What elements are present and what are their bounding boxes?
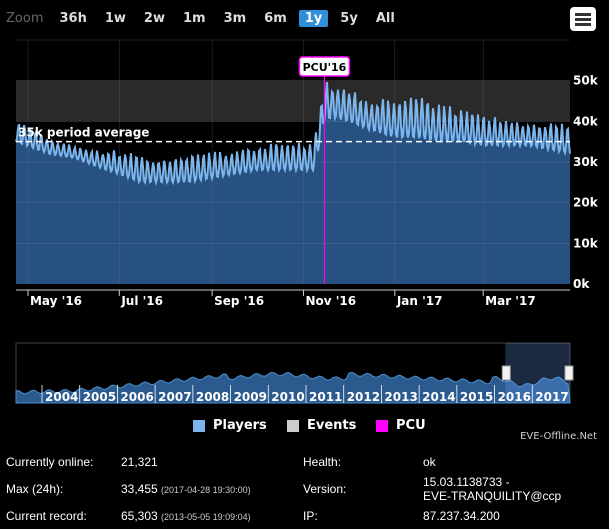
legend-item-pcu[interactable]: PCU: [376, 418, 426, 433]
version-cell: 15.03.1138733 - EVE-TRANQUILITY@ccp: [423, 475, 561, 503]
legend-swatch-events: [287, 419, 299, 432]
x-tick-label: Jan '17: [396, 294, 443, 308]
current-record-value: 65,303: [121, 509, 158, 523]
info-row: Max (24h): 33,455 (2017-04-28 19:30:00) …: [6, 475, 561, 503]
x-tick-label: Jul '16: [120, 294, 163, 308]
highlight-band: [16, 80, 570, 122]
max-24h-time: (2017-04-28 19:30:00): [161, 485, 251, 495]
navigator-year-label: 2013: [384, 390, 417, 404]
current-record-cell: 65,303 (2013-05-05 19:09:04): [121, 503, 303, 529]
ip-label: IP:: [303, 509, 318, 523]
ip-value: 87.237.34.200: [423, 509, 500, 523]
info-row: Current record: 65,303 (2013-05-05 19:09…: [6, 503, 561, 529]
currently-online-value: 21,321: [121, 455, 158, 469]
legend-label-pcu: PCU: [396, 418, 426, 433]
y-tick-label: 20k: [573, 196, 599, 210]
info-row: Currently online: 21,321 Health: ok: [6, 449, 561, 475]
legend: Players Events PCU: [0, 418, 609, 436]
legend-item-players[interactable]: Players: [193, 418, 267, 433]
y-tick-label: 30k: [573, 155, 599, 169]
max-24h-cell: 33,455 (2017-04-28 19:30:00): [121, 475, 303, 503]
navigator-year-label: 2006: [120, 390, 153, 404]
navigator-year-label: 2014: [422, 390, 455, 404]
navigator-year-label: 2010: [271, 390, 304, 404]
navigator-year-label: 2015: [460, 390, 493, 404]
legend-label-players: Players: [213, 418, 267, 433]
current-record-label: Current record:: [6, 509, 87, 523]
version-label: Version:: [303, 482, 347, 496]
legend-swatch-pcu: [376, 419, 388, 432]
navigator-handle-right[interactable]: [564, 365, 574, 381]
navigator-year-label: 2012: [347, 390, 380, 404]
health-value: ok: [423, 455, 436, 469]
y-tick-label: 0k: [573, 277, 590, 291]
x-tick-label: Nov '16: [305, 294, 356, 308]
currently-online-label: Currently online:: [6, 455, 94, 469]
max-24h-label: Max (24h):: [6, 482, 64, 496]
navigator-year-label: 2017: [535, 390, 568, 404]
legend-item-events[interactable]: Events: [287, 418, 356, 433]
navigator-year-label: 2007: [158, 390, 191, 404]
navigator-year-label: 2008: [196, 390, 229, 404]
average-label: 35k period average: [18, 126, 149, 140]
server-info-table: Currently online: 21,321 Health: ok Max …: [6, 449, 561, 529]
y-tick-label: 50k: [573, 74, 599, 88]
version-value-line2: EVE-TRANQUILITY@ccp: [423, 489, 562, 503]
health-label: Health:: [303, 455, 342, 469]
navigator-handle-left[interactable]: [501, 365, 511, 381]
navigator-year-label: 2011: [309, 390, 342, 404]
navigator-year-label: 2016: [498, 390, 531, 404]
chart-credit[interactable]: EVE-Offline.Net: [520, 431, 597, 442]
legend-swatch-players: [193, 419, 205, 432]
players-chart: 35k period average PCU'16 0k 10k 20k 30k 40k 50…: [15, 39, 599, 404]
navigator-year-label: 2004: [45, 390, 78, 404]
x-tick-label: Sep '16: [214, 294, 264, 308]
current-record-time: (2013-05-05 19:09:04): [161, 512, 251, 522]
max-24h-value: 33,455: [121, 482, 158, 496]
pcu-flag-label: PCU'16: [303, 61, 347, 74]
navigator-year-label: 2005: [83, 390, 116, 404]
y-tick-label: 10k: [573, 236, 599, 250]
x-tick-label: Mar '17: [485, 294, 536, 308]
x-tick-label: May '16: [30, 294, 82, 308]
navigator-year-label: 2009: [234, 390, 267, 404]
y-tick-label: 40k: [573, 114, 599, 128]
legend-label-events: Events: [307, 418, 357, 433]
version-value-line1: 15.03.1138733 -: [423, 475, 510, 489]
